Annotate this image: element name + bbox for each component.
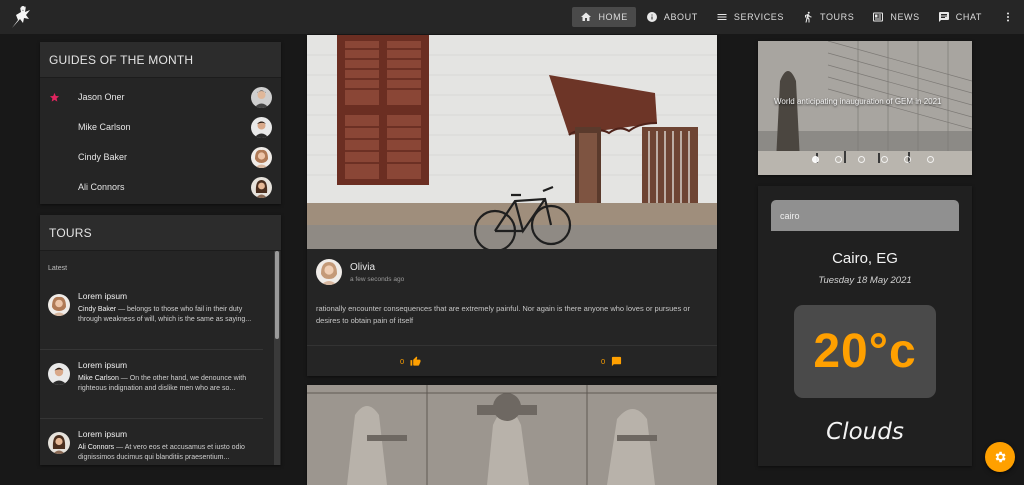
temperature-value: 20°c bbox=[813, 325, 917, 378]
newspaper-icon bbox=[873, 12, 884, 22]
tour-summary: Cindy Baker — belongs to those who fail … bbox=[78, 305, 264, 325]
like-count: 0 bbox=[400, 357, 405, 366]
slider-dot[interactable] bbox=[904, 156, 911, 163]
guide-name: Cindy Baker bbox=[78, 152, 128, 162]
guide-item[interactable]: Mike Carlson bbox=[40, 112, 281, 142]
guide-name: Ali Connors bbox=[78, 182, 125, 192]
post-actions: 0 0 bbox=[307, 345, 717, 376]
post-card: Olivia a few seconds ago rationally enco… bbox=[307, 35, 717, 376]
tours-card: TOURS Latest Lorem ipsum Cindy Baker — b… bbox=[40, 215, 281, 465]
city-search-input[interactable] bbox=[771, 200, 959, 231]
post-image[interactable] bbox=[307, 385, 717, 485]
top-app-bar: HOME ABOUT SERVICES TOURS NEWS CHAT bbox=[0, 0, 1024, 34]
tour-author: Mike Carlson bbox=[78, 375, 119, 382]
nav-services[interactable]: SERVICES bbox=[708, 7, 792, 27]
nav-home[interactable]: HOME bbox=[572, 7, 636, 27]
comment-count: 0 bbox=[601, 357, 606, 366]
guide-item[interactable]: Cindy Baker bbox=[40, 142, 281, 172]
slider-dot[interactable] bbox=[835, 156, 842, 163]
list-item[interactable]: Lorem ipsum Mike Carlson — On the other … bbox=[40, 350, 263, 419]
slider-image bbox=[758, 41, 972, 175]
weather-date: Tuesday 18 May 2021 bbox=[818, 275, 912, 286]
slider-dot[interactable] bbox=[881, 156, 888, 163]
post-author-name: Olivia bbox=[350, 261, 376, 273]
tour-summary: Mike Carlson — On the other hand, we den… bbox=[78, 374, 264, 394]
post-card-second bbox=[307, 385, 717, 485]
more-vert-icon[interactable] bbox=[1002, 11, 1014, 23]
nav-tours[interactable]: TOURS bbox=[794, 7, 862, 27]
tour-title: Lorem ipsum bbox=[78, 360, 128, 370]
nav-news-label: NEWS bbox=[890, 12, 920, 22]
weather-condition: Clouds bbox=[826, 419, 904, 445]
slide-caption: World anticipating inauguration of GEM i… bbox=[774, 97, 942, 106]
slider-dot[interactable] bbox=[812, 156, 819, 163]
like-button[interactable]: 0 bbox=[400, 356, 421, 367]
avatar bbox=[316, 259, 342, 285]
tours-subheader: Latest bbox=[48, 265, 68, 272]
comment-icon bbox=[612, 356, 622, 367]
star-icon bbox=[49, 92, 60, 102]
guides-list: Jason Oner Mike Carlson Cindy Baker Ali … bbox=[40, 78, 281, 202]
avatar bbox=[251, 176, 272, 198]
gear-icon bbox=[995, 451, 1006, 463]
slider-dot[interactable] bbox=[858, 156, 865, 163]
post-image[interactable] bbox=[307, 35, 717, 249]
slider-dots bbox=[812, 156, 950, 163]
menu-lines-icon bbox=[717, 14, 727, 20]
avatar bbox=[251, 146, 272, 168]
main-nav: HOME ABOUT SERVICES TOURS NEWS CHAT bbox=[570, 0, 1014, 34]
guide-name: Jason Oner bbox=[78, 92, 125, 102]
nav-chat[interactable]: CHAT bbox=[930, 7, 990, 27]
tour-title: Lorem ipsum bbox=[78, 291, 128, 301]
guides-title: GUIDES OF THE MONTH bbox=[40, 42, 281, 78]
nav-home-label: HOME bbox=[598, 12, 628, 22]
list-item[interactable]: Lorem ipsum Ali Connors — At vero eos et… bbox=[40, 419, 263, 465]
tour-title: Lorem ipsum bbox=[78, 429, 128, 439]
post-author[interactable]: Olivia a few seconds ago bbox=[316, 259, 404, 285]
comment-button[interactable]: 0 bbox=[601, 356, 622, 367]
settings-fab[interactable] bbox=[985, 442, 1015, 472]
tours-scrollbar[interactable] bbox=[274, 251, 280, 465]
list-item[interactable]: Lorem ipsum Cindy Baker — belongs to tho… bbox=[40, 281, 263, 350]
tours-title: TOURS bbox=[40, 215, 281, 251]
nav-about[interactable]: ABOUT bbox=[638, 7, 706, 27]
news-slider[interactable]: World anticipating inauguration of GEM i… bbox=[758, 41, 972, 175]
home-icon bbox=[581, 12, 592, 21]
guide-name: Mike Carlson bbox=[78, 122, 131, 132]
nav-tours-label: TOURS bbox=[820, 12, 855, 22]
nav-about-label: ABOUT bbox=[663, 12, 698, 22]
info-icon bbox=[646, 12, 657, 22]
guide-item[interactable]: Jason Oner bbox=[40, 82, 281, 112]
post-timestamp: a few seconds ago bbox=[350, 275, 405, 283]
thumb-up-icon bbox=[410, 356, 421, 366]
avatar bbox=[48, 432, 70, 454]
avatar bbox=[251, 86, 272, 108]
guides-card: GUIDES OF THE MONTH Jason Oner Mike Carl… bbox=[40, 42, 281, 204]
tour-author: Cindy Baker bbox=[78, 306, 117, 313]
avatar bbox=[48, 294, 70, 316]
scroll-thumb[interactable] bbox=[275, 251, 279, 339]
nav-chat-label: CHAT bbox=[955, 12, 982, 22]
post-text: rationally encounter consequences that a… bbox=[316, 304, 690, 325]
chat-bubble-icon bbox=[938, 12, 949, 22]
weather-card: Cairo, EG Tuesday 18 May 2021 20°c Cloud… bbox=[758, 186, 972, 466]
nav-news[interactable]: NEWS bbox=[864, 7, 927, 27]
temperature-box: 20°c bbox=[794, 305, 936, 398]
tour-author: Ali Connors bbox=[78, 444, 115, 451]
avatar bbox=[251, 116, 272, 138]
hiker-icon bbox=[805, 11, 812, 23]
avatar bbox=[48, 363, 70, 385]
tour-summary: Ali Connors — At vero eos et accusamus e… bbox=[78, 443, 264, 463]
guide-item[interactable]: Ali Connors bbox=[40, 172, 281, 202]
nav-services-label: SERVICES bbox=[733, 12, 785, 22]
slider-dot[interactable] bbox=[927, 156, 934, 163]
weather-city: Cairo, EG bbox=[832, 250, 898, 267]
logo-icon[interactable] bbox=[8, 3, 36, 31]
